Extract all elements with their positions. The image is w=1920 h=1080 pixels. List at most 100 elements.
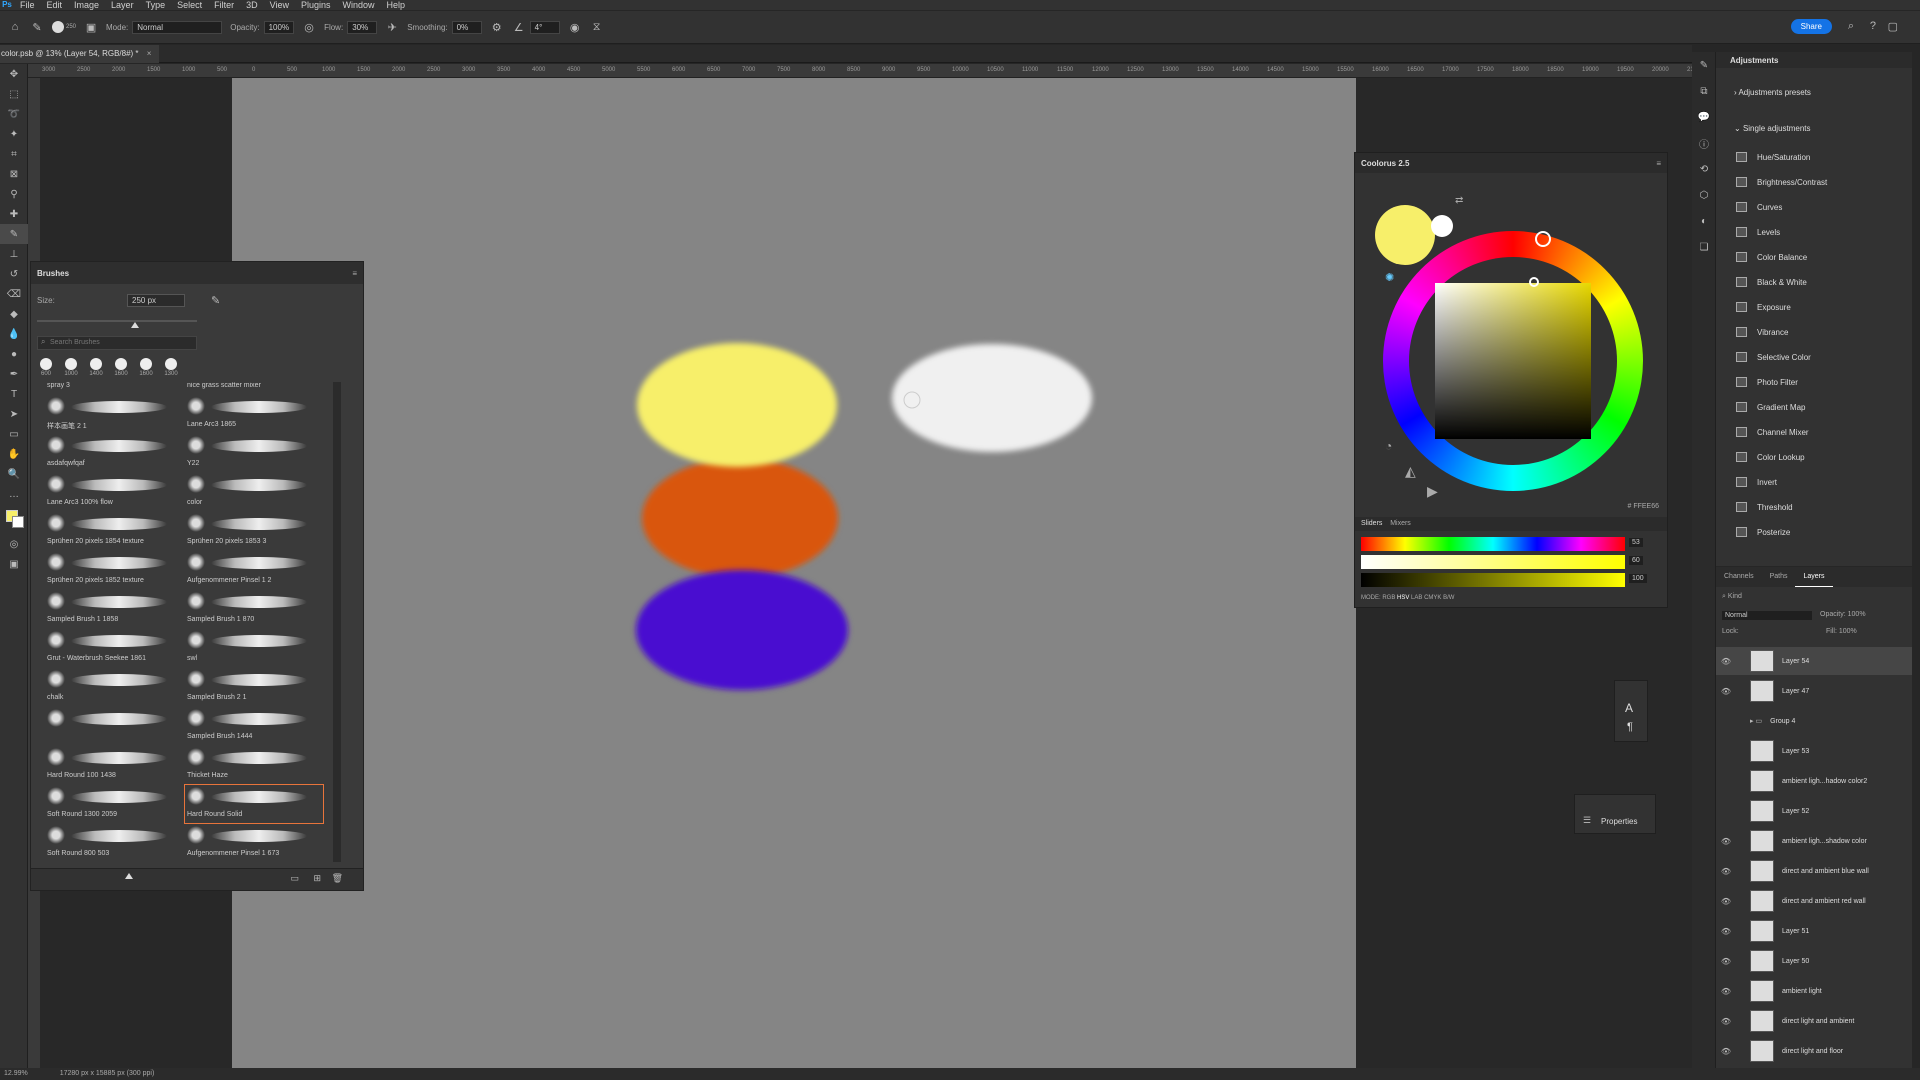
brush-preset[interactable]: Sampled Brush 2 1 bbox=[185, 668, 323, 706]
adjustments-presets-section[interactable]: › Adjustments presets bbox=[1734, 88, 1811, 97]
layer-fill-control[interactable]: Fill: 100% bbox=[1826, 628, 1857, 635]
adjustment-item[interactable]: Posterize bbox=[1736, 523, 1790, 541]
pressure-size-icon[interactable]: ◉ bbox=[568, 20, 582, 34]
3d-icon[interactable]: ⬡ bbox=[1692, 182, 1716, 208]
previous-color-swatch[interactable] bbox=[1431, 215, 1453, 237]
info-icon[interactable]: ⓘ bbox=[1692, 130, 1716, 156]
tab-mixers[interactable]: Mixers bbox=[1390, 520, 1411, 527]
brush-preset[interactable]: Sampled Brush 1444 bbox=[185, 707, 323, 745]
stamp-tool-icon[interactable]: ⊥ bbox=[0, 244, 28, 264]
mode-cmyk[interactable]: CMYK bbox=[1424, 595, 1441, 601]
layer-row[interactable]: ▸ ▭ Group 4 bbox=[1716, 707, 1912, 735]
hue-slider-value[interactable]: 53 bbox=[1629, 538, 1643, 547]
brush-search-input[interactable]: Search Brushes bbox=[37, 336, 197, 350]
hue-slider[interactable] bbox=[1361, 537, 1625, 551]
preset-brush[interactable]: 1600 bbox=[137, 358, 155, 377]
tab-sliders[interactable]: Sliders bbox=[1361, 520, 1382, 527]
menu-select[interactable]: Select bbox=[171, 0, 208, 10]
adjustment-item[interactable]: Threshold bbox=[1736, 498, 1793, 516]
adjustment-item[interactable]: Levels bbox=[1736, 223, 1780, 241]
smoothing-input[interactable]: 0% bbox=[451, 20, 482, 34]
search-icon[interactable]: ⌕ bbox=[1848, 20, 1854, 33]
folder-icon[interactable]: ▭ bbox=[290, 873, 299, 884]
lasso-tool-icon[interactable]: ➰ bbox=[0, 104, 28, 124]
pen-tool-icon[interactable]: ✒ bbox=[0, 364, 28, 384]
tab-layers[interactable]: Layers bbox=[1795, 567, 1833, 587]
layer-row[interactable]: 👁 Layer 54 bbox=[1716, 647, 1912, 675]
visibility-eye-icon[interactable]: 👁 bbox=[1716, 927, 1736, 936]
preview-size-slider[interactable] bbox=[125, 873, 133, 879]
menu-help[interactable]: Help bbox=[381, 0, 412, 10]
gamut-icon[interactable]: ◭ bbox=[1405, 463, 1416, 480]
layer-row[interactable]: 👁 direct light and floor bbox=[1716, 1037, 1912, 1065]
blend-mode-select[interactable]: Normal bbox=[1722, 611, 1812, 620]
history-brush-icon[interactable]: ↺ bbox=[0, 264, 28, 284]
color-icon[interactable]: ◐ bbox=[1692, 208, 1716, 234]
healing-brush-icon[interactable]: ✚ bbox=[0, 204, 28, 224]
adjustment-item[interactable]: Exposure bbox=[1736, 298, 1791, 316]
sv-picker-handle[interactable] bbox=[1529, 277, 1539, 287]
layer-row[interactable]: 👁 direct and ambient red wall bbox=[1716, 887, 1912, 915]
layer-row[interactable]: 👁 ambient ligh...shadow color bbox=[1716, 827, 1912, 855]
character-icon[interactable]: A bbox=[1625, 701, 1633, 715]
adjustment-item[interactable]: Brightness/Contrast bbox=[1736, 173, 1827, 191]
brush-size-preview[interactable]: 250 bbox=[52, 21, 76, 33]
adjustment-item[interactable]: Color Lookup bbox=[1736, 448, 1805, 466]
menu-image[interactable]: Image bbox=[68, 0, 105, 10]
brush-preset[interactable]: Sampled Brush 1 1858 bbox=[45, 590, 183, 628]
mode-lab[interactable]: LAB bbox=[1411, 595, 1422, 601]
layer-row[interactable]: 👁 Layer 50 bbox=[1716, 947, 1912, 975]
opacity-input[interactable]: 100% bbox=[263, 20, 295, 34]
eyedropper-icon[interactable]: ⚲ bbox=[0, 184, 28, 204]
mode-hsv[interactable]: HSV bbox=[1397, 595, 1409, 601]
layer-row[interactable]: 👁 direct and ambient blue wall bbox=[1716, 857, 1912, 885]
brush-preset[interactable]: Aufgenommener Pinsel 1 673 bbox=[185, 824, 323, 862]
brush-tool-icon[interactable]: ✎ bbox=[0, 224, 28, 244]
brush-preset[interactable]: spray 3 bbox=[45, 382, 183, 394]
single-adjustments-section[interactable]: ⌄ Single adjustments bbox=[1734, 124, 1811, 133]
brush-preset[interactable]: Hard Round Solid bbox=[184, 784, 324, 824]
tab-channels[interactable]: Channels bbox=[1716, 567, 1762, 587]
gear-icon[interactable]: ⚙ bbox=[490, 20, 504, 34]
eraser-icon[interactable]: ⌫ bbox=[0, 284, 28, 304]
preset-brush[interactable]: 1600 bbox=[112, 358, 130, 377]
brush-preset[interactable]: Grut - Waterbrush Seekee 1861 bbox=[45, 629, 183, 667]
brush-preset[interactable]: swl bbox=[185, 629, 323, 667]
angle-icon[interactable]: ∠ bbox=[512, 20, 526, 34]
adjustment-item[interactable]: Invert bbox=[1736, 473, 1777, 491]
adjustment-item[interactable]: Gradient Map bbox=[1736, 398, 1805, 416]
blur-tool-icon[interactable]: 💧 bbox=[0, 324, 28, 344]
new-brush-icon[interactable]: ⊞ bbox=[313, 873, 321, 884]
quick-mask-icon[interactable]: ◎ bbox=[0, 534, 28, 554]
brush-preset[interactable]: Sprühen 20 pixels 1852 texture bbox=[45, 551, 183, 589]
help-icon[interactable]: ? bbox=[1870, 20, 1876, 32]
brush-preset[interactable]: chalk bbox=[45, 668, 183, 706]
type-tool-icon[interactable]: T bbox=[0, 384, 28, 404]
paragraph-icon[interactable]: ¶ bbox=[1627, 721, 1633, 733]
angle-input[interactable]: 4° bbox=[529, 20, 560, 34]
flow-input[interactable]: 30% bbox=[347, 20, 378, 34]
swap-colors-icon[interactable]: ⇄ bbox=[1455, 195, 1463, 206]
saturation-slider-value[interactable]: 60 bbox=[1629, 556, 1643, 565]
symmetry-icon[interactable]: ⧖ bbox=[590, 20, 604, 34]
preset-brush[interactable]: 1300 bbox=[162, 358, 180, 377]
background-color-swatch[interactable] bbox=[12, 516, 24, 528]
menu-3d[interactable]: 3D bbox=[240, 0, 264, 10]
sun-icon[interactable]: ✺ bbox=[1385, 271, 1394, 284]
mode-select[interactable]: Normal bbox=[132, 20, 223, 34]
brush-preset[interactable]: Sprühen 20 pixels 1854 texture bbox=[45, 512, 183, 550]
layer-row[interactable]: Layer 52 bbox=[1716, 797, 1912, 825]
brush-settings-icon[interactable]: ▣ bbox=[84, 20, 98, 34]
layer-row[interactable]: 👁 ambient light bbox=[1716, 977, 1912, 1005]
visibility-eye-icon[interactable]: 👁 bbox=[1716, 837, 1736, 846]
preset-brush[interactable]: 600 bbox=[37, 358, 55, 377]
brush-preset[interactable]: Lane Arc3 1865 bbox=[185, 395, 323, 433]
brush-preset[interactable]: Y22 bbox=[185, 434, 323, 472]
adjustment-item[interactable]: Hue/Saturation bbox=[1736, 148, 1810, 166]
zoom-tool-icon[interactable]: 🔍 bbox=[0, 464, 28, 484]
menu-plugins[interactable]: Plugins bbox=[295, 0, 337, 10]
adjustment-item[interactable]: Color Balance bbox=[1736, 248, 1807, 266]
mode-rgb[interactable]: RGB bbox=[1382, 595, 1395, 601]
adjustments-title[interactable]: Adjustments bbox=[1730, 56, 1778, 65]
brush-preset[interactable] bbox=[45, 707, 183, 745]
